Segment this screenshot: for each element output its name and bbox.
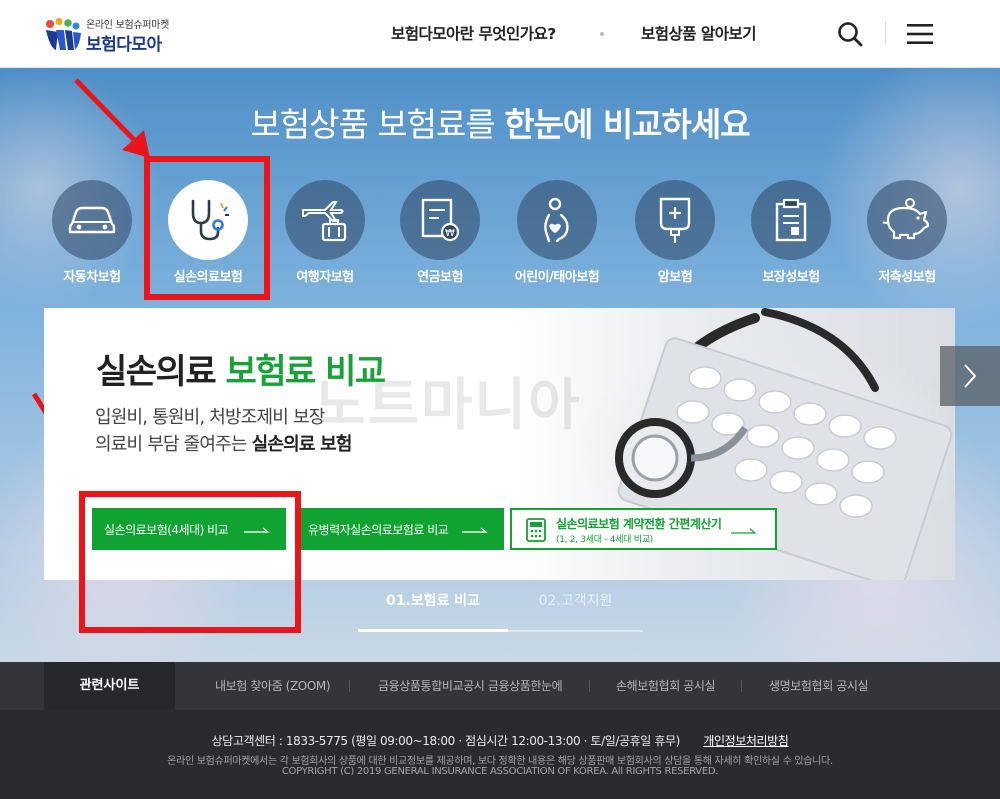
category-circle <box>285 180 365 260</box>
calculator-label: 실손의료보험 계약전환 간편계산기 <box>556 517 722 531</box>
privacy-policy-link[interactable]: 개인정보처리방침 <box>703 734 789 748</box>
search-icon[interactable] <box>837 21 863 47</box>
tab-premium-compare[interactable]: 01.보험료 비교 <box>358 590 508 610</box>
category-circle <box>517 180 597 260</box>
pension-document-icon: ₩ <box>421 198 460 242</box>
category-circle <box>52 180 132 260</box>
iv-bag-icon <box>659 197 691 243</box>
nav-about[interactable]: 보험다모아란 무엇인가요? <box>391 22 556 44</box>
panel-desc-line2-bold: 실손의료 보험 <box>251 434 353 455</box>
calculator-sublabel: (1, 2, 3세대 - 4세대 비교) <box>556 535 653 545</box>
footer-contact: 상담고객센터 : 1833-5775 (평일 09:00~18:00 · 점심시… <box>211 734 681 748</box>
hero-section: 보험상품 보험료를 한눈에 비교하세요 자동차보험 실손의료보험 여행자보험 ₩… <box>0 68 1000 662</box>
related-link-zoom[interactable]: 내보험 찾아줌 (ZOOM) <box>215 677 331 694</box>
category-savings[interactable]: 저축성보험 <box>852 180 962 285</box>
logo-title: 보험다모아 <box>86 35 162 55</box>
menu-icon[interactable] <box>907 22 933 46</box>
category-cancer[interactable]: 암보험 <box>620 180 730 285</box>
calculator-icon <box>526 518 546 542</box>
car-icon <box>68 206 116 234</box>
footer-notice: 온라인 보험슈퍼마켓에서는 각 보험회사의 상품에 대한 비교정보를 제공하며,… <box>167 756 833 767</box>
category-circle <box>867 180 947 260</box>
hero-tabs: 01.보험료 비교 02.고객지원 <box>358 590 643 634</box>
category-label: 어린이/태아보험 <box>514 270 600 285</box>
panel-desc-line1: 입원비, 통원비, 처방조제비 보장 <box>95 407 325 428</box>
related-link-klia[interactable]: 생명보험협회 공시실 <box>769 677 869 694</box>
panel-title-green: 보험료 비교 <box>225 352 386 392</box>
site-header: 온라인 보험슈퍼마켓 보험다모아 보험다모아란 무엇인가요? 보험상품 알아보기 <box>0 0 1000 68</box>
category-label: 암보험 <box>657 270 693 285</box>
related-link-knia[interactable]: 손해보험협회 공시실 <box>616 677 716 694</box>
logo-people-icon <box>46 18 81 50</box>
hero-title-light: 보험상품 보험료를 <box>250 105 495 144</box>
site-logo[interactable]: 온라인 보험슈퍼마켓 보험다모아 <box>44 14 184 55</box>
annotation-arrow-icon <box>74 78 150 158</box>
compare-preexisting-button[interactable]: 유병력자실손의료보험료 비교 <box>296 508 504 550</box>
panel-desc-line2-prefix: 의료비 부담 줄여주는 <box>95 434 247 455</box>
long-arrow-right-icon <box>462 527 488 533</box>
footer-contact-line: 상담고객센터 : 1833-5775 (평일 09:00~18:00 · 점심시… <box>0 732 1000 749</box>
site-footer: 상담고객센터 : 1833-5775 (평일 09:00~18:00 · 점심시… <box>0 710 1000 799</box>
category-label: 자동차보험 <box>63 270 121 285</box>
footer-copyright: COPYRIGHT (C) 2019 GENERAL INSURANCE ASS… <box>281 766 719 777</box>
compare-button-highlight <box>79 491 301 633</box>
tab-active-indicator <box>358 629 508 632</box>
header-divider <box>885 22 886 44</box>
category-pension[interactable]: ₩ 연금보험 <box>385 180 495 285</box>
compare-preexisting-label: 유병력자실손의료보험료 비교 <box>308 522 449 537</box>
category-label: 저축성보험 <box>878 270 936 285</box>
related-sites-bar: 관련사이트 내보험 찾아줌 (ZOOM) 금융상품통합비교공시 금융상품한눈에 … <box>0 662 1000 710</box>
panel-description: 입원비, 통원비, 처방조제비 보장 의료비 부담 줄여주는 실손의료 보험 <box>95 404 352 458</box>
medical-category-highlight <box>144 156 270 300</box>
nav-products[interactable]: 보험상품 알아보기 <box>641 22 756 44</box>
category-label: 여행자보험 <box>296 270 354 285</box>
category-circle <box>635 180 715 260</box>
conversion-calculator-button[interactable]: 실손의료보험 계약전환 간편계산기 (1, 2, 3세대 - 4세대 비교) <box>510 508 777 550</box>
panel-title: 실손의료 보험료 비교 <box>96 344 386 393</box>
hero-title-bold: 한눈에 비교하세요 <box>504 105 750 144</box>
category-car[interactable]: 자동차보험 <box>37 180 147 285</box>
chevron-right-icon <box>964 364 977 388</box>
long-arrow-right-icon <box>731 528 757 534</box>
panel-title-dark: 실손의료 <box>96 352 217 392</box>
category-label: 연금보험 <box>417 270 463 285</box>
related-link-fine[interactable]: 금융상품통합비교공시 금융상품한눈에 <box>378 677 563 694</box>
category-label: 보장성보험 <box>762 270 820 285</box>
clipboard-icon <box>775 198 807 242</box>
related-separator <box>589 680 590 692</box>
next-slide-button[interactable] <box>940 346 1000 406</box>
related-separator <box>741 680 742 692</box>
svg-text:₩: ₩ <box>445 228 455 239</box>
related-separator <box>349 680 350 692</box>
category-travel[interactable]: 여행자보험 <box>270 180 380 285</box>
piggy-bank-icon <box>882 198 930 240</box>
panel-desc-line2: 의료비 부담 줄여주는 실손의료 보험 <box>95 431 352 458</box>
category-child[interactable]: 어린이/태아보험 <box>502 180 612 285</box>
airplane-luggage-icon <box>302 201 347 242</box>
child-icon <box>544 197 569 243</box>
category-circle <box>751 180 831 260</box>
tab-customer-support[interactable]: 02.고객지원 <box>508 590 643 610</box>
related-sites-title: 관련사이트 <box>44 662 175 710</box>
logo-subtitle: 온라인 보험슈퍼마켓 <box>86 20 169 31</box>
nav-separator-dot <box>600 32 604 36</box>
category-protection[interactable]: 보장성보험 <box>736 180 846 285</box>
category-circle: ₩ <box>400 180 480 260</box>
